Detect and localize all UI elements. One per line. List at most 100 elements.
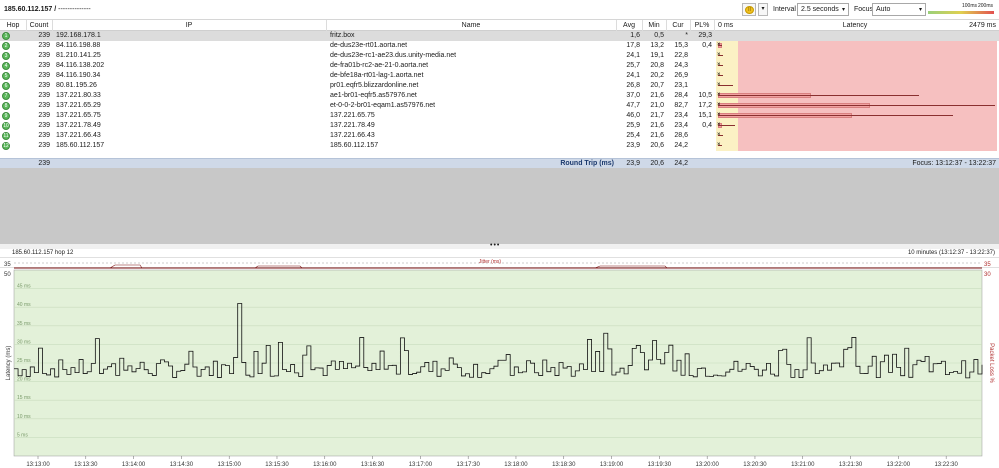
hop-cur: 28,6 — [674, 132, 688, 139]
x-tick-label: 13:15:30 — [265, 462, 289, 468]
table-row[interactable]: 3 239 81.210.141.25 de-dus23e-rc1-ae23.dus.… — [0, 51, 999, 61]
latency-color-legend: 100ms 200ms — [928, 3, 994, 15]
col-count[interactable]: Count — [28, 22, 50, 29]
table-row[interactable]: 9 239 137.221.65.75 137.221.65.75 46,0 21,7 23… — [0, 111, 999, 121]
summary-focus-range: Focus: 13:12:37 - 13:22:37 — [912, 160, 996, 167]
y-tick-label: 30 ms — [17, 339, 31, 345]
timeline-title: 185.60.112.157 hop 12 — [12, 250, 74, 256]
hop-status-icon: 2 — [2, 42, 10, 50]
col-latency[interactable]: Latency — [800, 22, 910, 29]
table-row[interactable]: 4 239 84.116.138.202 de-fra01b-rc2-ae-21-0.… — [0, 61, 999, 71]
hop-status-icon: 4 — [2, 62, 10, 70]
pause-dropdown-button[interactable]: ▾ — [758, 3, 768, 16]
focus-select[interactable]: Auto ▾ — [872, 3, 926, 16]
target-title: 185.60.112.157 / -------------- — [4, 6, 91, 13]
table-row[interactable]: 10 239 137.221.78.49 137.221.78.49 25,9 21,6 2… — [0, 121, 999, 131]
pause-button[interactable]: II — [742, 3, 756, 16]
hop-count: 239 — [38, 132, 50, 139]
hop-status-icon: 9 — [2, 112, 10, 120]
hop-avg: 1,6 — [630, 32, 640, 39]
y-tick-label: 5 ms — [17, 432, 28, 438]
y-max-label: 50 — [4, 272, 11, 278]
table-row[interactable]: 6 239 80.81.195.26 pr01.eqfr5.blizzardonlin… — [0, 81, 999, 91]
table-row[interactable]: 8 239 137.221.65.29 et-0-0-2-br01-eqam1.as5… — [0, 101, 999, 111]
hop-packet-loss: 17,2 — [698, 102, 712, 109]
latency-max-label: 2479 ms — [969, 22, 996, 29]
hop-name: ae1-br01-eqfr5.as57976.net — [330, 92, 417, 99]
x-tick-label: 13:20:00 — [695, 462, 719, 468]
hop-count: 239 — [38, 72, 50, 79]
table-row[interactable]: 2 239 84.116.198.88 de-dus23e-rt01.aorta.ne… — [0, 41, 999, 51]
table-row[interactable]: 12 239 185.60.112.157 185.60.112.157 23,9 20,… — [0, 141, 999, 151]
col-avg[interactable]: Avg — [618, 22, 640, 29]
jitter-label: Jitter (ms) — [479, 259, 502, 265]
hop-min: 19,1 — [650, 52, 664, 59]
chevron-down-icon: ▾ — [841, 7, 845, 13]
hop-cur: 15,3 — [674, 42, 688, 49]
hop-status-icon: 8 — [2, 102, 10, 110]
col-cur[interactable]: Cur — [668, 22, 688, 29]
hop-ip: 81.210.141.25 — [56, 52, 101, 59]
round-trip-summary: 239 Round Trip (ms) 23,9 20,6 24,2 Focus… — [0, 158, 999, 168]
col-ip[interactable]: IP — [54, 22, 324, 29]
hop-name: et-0-0-2-br01-eqam1.as57976.net — [330, 102, 436, 109]
hop-count: 239 — [38, 32, 50, 39]
hop-cur: 23,1 — [674, 82, 688, 89]
hop-min: 20,6 — [650, 142, 664, 149]
hop-count: 239 — [38, 112, 50, 119]
hop-cur: 82,7 — [674, 102, 688, 109]
latency-timeline-graph: 45 ms 40 ms 35 ms 30 ms 25 ms 20 ms 15 ms 10 ms… — [0, 268, 999, 468]
table-row[interactable]: 5 239 84.116.190.34 de-bfe18a-rt01-lag-1.ao… — [0, 71, 999, 81]
col-pl[interactable]: PL% — [692, 22, 712, 29]
hop-min: 20,7 — [650, 82, 664, 89]
y-tick-label: 45 ms — [17, 284, 31, 290]
hop-ip: 84.116.138.202 — [56, 62, 105, 69]
table-row[interactable]: 11 239 137.221.66.43 137.221.66.43 25,4 21,6 2… — [0, 131, 999, 141]
hop-packet-loss: 29,3 — [698, 32, 712, 39]
col-min[interactable]: Min — [644, 22, 664, 29]
y2-max-label: 30 — [984, 272, 991, 278]
focus-label: Focus — [854, 6, 874, 13]
timeline-range[interactable]: 10 minutes (13:12:37 - 13:22:37) — [908, 250, 995, 256]
summary-label: Round Trip (ms) — [560, 160, 614, 167]
hop-status-icon: 1 — [2, 32, 10, 40]
hop-cur: 22,8 — [674, 52, 688, 59]
hop-status-icon: 5 — [2, 72, 10, 80]
x-tick-label: 13:20:30 — [743, 462, 767, 468]
hop-min: 21,6 — [650, 122, 664, 129]
hop-status-icon: 11 — [2, 132, 10, 140]
table-row[interactable]: 7 239 137.221.80.33 ae1-br01-eqfr5.as57976.… — [0, 91, 999, 101]
y-tick-label: 10 ms — [17, 414, 31, 420]
hop-min: 21,6 — [650, 92, 664, 99]
hop-name: de-fra01b-rc2-ae-21-0.aorta.net — [330, 62, 429, 69]
hop-count: 239 — [38, 82, 50, 89]
hop-ip: 137.221.65.75 — [56, 112, 101, 119]
legend-gradient — [928, 11, 994, 14]
hop-name: de-bfe18a-rt01-lag-1.aorta.net — [330, 72, 424, 79]
hop-ip: 137.221.65.29 — [56, 102, 101, 109]
hop-packet-loss: 10,5 — [698, 92, 712, 99]
pingplotter-window: 185.60.112.157 / -------------- II ▾ Int… — [0, 0, 999, 468]
x-tick-label: 13:21:30 — [839, 462, 863, 468]
hop-avg: 46,0 — [626, 112, 640, 119]
hop-ip: 84.116.190.34 — [56, 72, 101, 79]
y-tick-label: 35 ms — [17, 321, 31, 327]
x-tick-label: 13:16:00 — [313, 462, 337, 468]
hop-cur: 23,4 — [674, 112, 688, 119]
hop-status-icon: 7 — [2, 92, 10, 100]
x-tick-label: 13:18:30 — [552, 462, 576, 468]
hop-avg: 23,9 — [626, 142, 640, 149]
interval-select[interactable]: 2.5 seconds ▾ — [797, 3, 849, 16]
timeline-svg: 45 ms 40 ms 35 ms 30 ms 25 ms 20 ms 15 ms 10 ms… — [4, 269, 994, 468]
col-hop[interactable]: Hop — [4, 22, 22, 29]
table-row[interactable]: 1 239 192.168.178.1 fritz.box 1,6 0,5 * 29,3 — [0, 31, 999, 41]
hop-status-icon: 3 — [2, 52, 10, 60]
hop-avg: 25,7 — [626, 62, 640, 69]
hop-min: 21,0 — [650, 102, 664, 109]
chevron-down-icon: ▾ — [918, 7, 922, 13]
x-tick-label: 13:22:00 — [887, 462, 911, 468]
col-name[interactable]: Name — [328, 22, 614, 29]
splitter-grip-icon: ••• — [490, 242, 501, 249]
hop-avg: 24,1 — [626, 72, 640, 79]
hop-name: 137.221.66.43 — [330, 132, 375, 139]
